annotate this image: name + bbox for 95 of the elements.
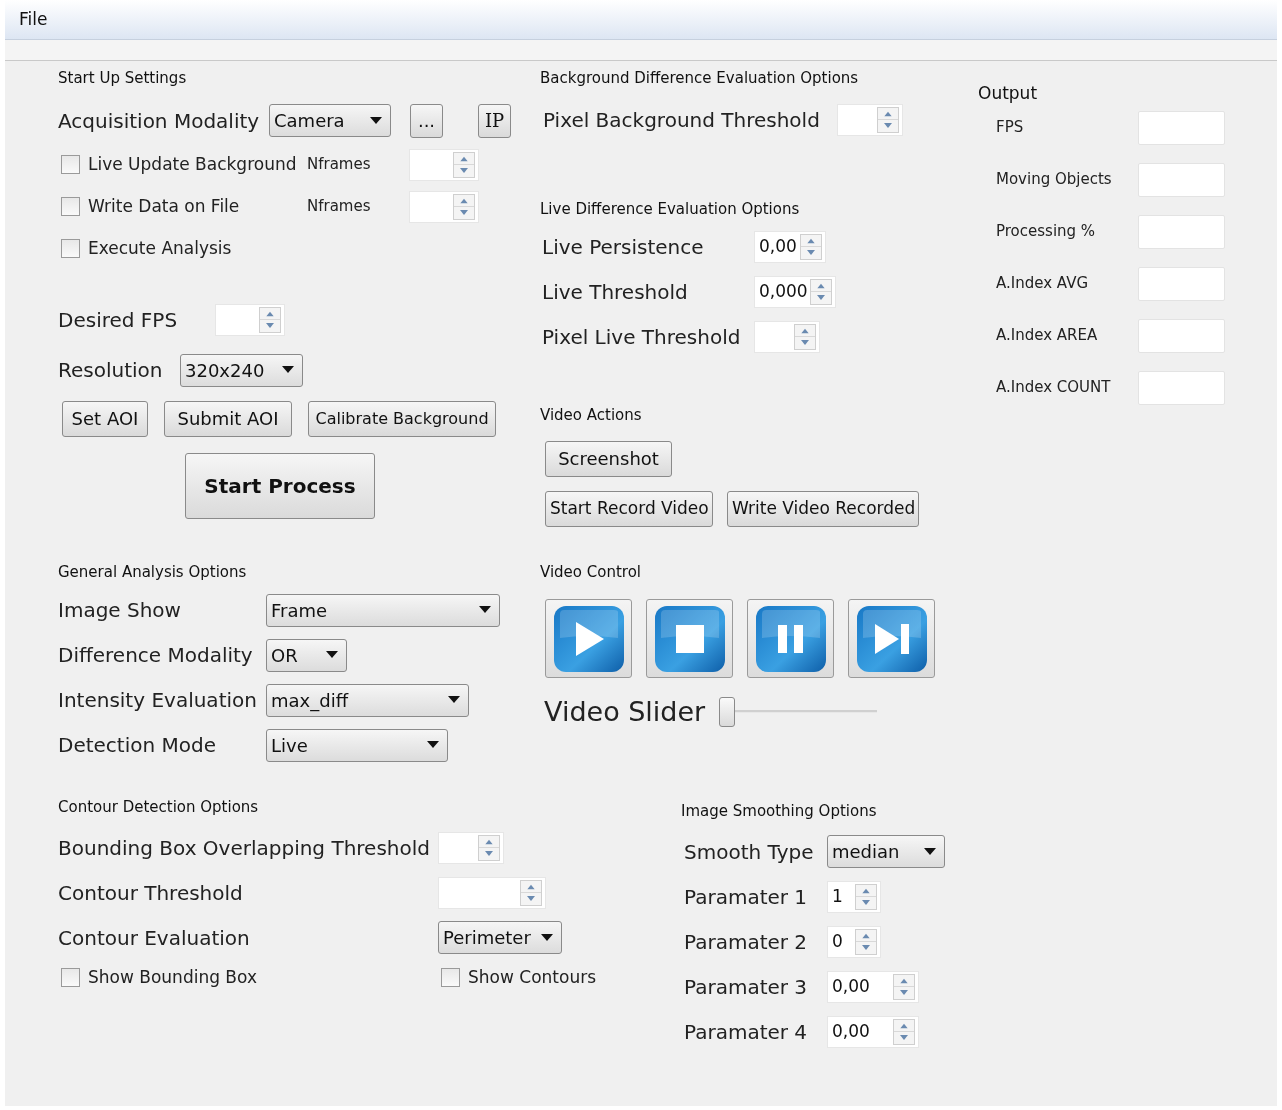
field-label: Bounding Box Overlapping Threshold xyxy=(58,834,431,862)
dropdown[interactable]: Perimeter xyxy=(438,921,562,954)
dropdown[interactable]: Camera xyxy=(269,104,391,137)
play-icon xyxy=(551,603,626,674)
field-label: Live Persistence xyxy=(542,234,705,261)
push-button[interactable]: Set AOI xyxy=(62,400,148,437)
pause-icon xyxy=(753,603,828,674)
field-label: A.Index COUNT xyxy=(996,377,1112,399)
section-title: Video Control xyxy=(540,561,642,583)
dropdown[interactable]: median xyxy=(827,835,945,868)
push-button[interactable]: Start Record Video xyxy=(545,490,713,527)
caret-icon xyxy=(326,651,338,659)
checkbox[interactable] xyxy=(61,155,80,174)
section-title: Video Actions xyxy=(540,405,643,426)
field-label: A.Index AVG xyxy=(996,273,1089,295)
spin-box[interactable]: 0,00 xyxy=(754,231,826,263)
dropdown[interactable]: Frame xyxy=(266,593,500,627)
slider-thumb[interactable] xyxy=(719,697,735,728)
slider-track[interactable] xyxy=(719,697,877,728)
caret-icon xyxy=(541,933,553,942)
output-field[interactable] xyxy=(1138,214,1225,249)
field-label: FPS xyxy=(996,117,1025,139)
output-field[interactable] xyxy=(1138,162,1225,197)
spin-box[interactable]: 0,00 xyxy=(827,1015,919,1048)
next-icon xyxy=(854,603,929,674)
section-title: Background Difference Evaluation Options xyxy=(540,68,860,89)
dropdown[interactable]: Live xyxy=(266,728,448,762)
spin-box[interactable]: 0,00 xyxy=(827,970,919,1003)
caret-icon xyxy=(479,606,491,614)
checkbox-label: Execute Analysis xyxy=(88,236,232,260)
section-title: General Analysis Options xyxy=(58,561,248,583)
dropdown[interactable]: 320x240 xyxy=(180,353,303,387)
field-label: Desired FPS xyxy=(58,306,179,334)
section-title: Live Difference Evaluation Options xyxy=(540,198,801,220)
field-label: Paramater 3 xyxy=(684,973,809,1001)
field-label: Intensity Evaluation xyxy=(58,687,258,714)
checkbox-label: Show Bounding Box xyxy=(88,965,257,989)
output-field[interactable] xyxy=(1138,318,1225,353)
checkbox[interactable] xyxy=(61,967,80,987)
output-field[interactable] xyxy=(1138,266,1225,301)
field-label: Moving Objects xyxy=(996,169,1113,191)
spin-box[interactable]: 1 xyxy=(827,880,881,913)
push-button[interactable]: Submit AOI xyxy=(164,400,292,437)
caret-icon xyxy=(924,847,936,856)
media-button[interactable] xyxy=(545,599,632,678)
push-button[interactable]: Write Video Recorded xyxy=(727,490,919,527)
field-label: Contour Evaluation xyxy=(58,924,251,952)
caret-icon xyxy=(370,116,382,125)
field-label: Difference Modality xyxy=(58,642,254,669)
spin-box[interactable]: 0,000 xyxy=(754,276,836,308)
caret-icon xyxy=(448,696,460,704)
field-label: Paramater 1 xyxy=(684,883,809,911)
field-label: Pixel Live Threshold xyxy=(542,324,742,351)
caret-icon xyxy=(282,366,294,374)
spin-box[interactable]: 0 xyxy=(827,925,881,958)
push-button[interactable]: Screenshot xyxy=(545,440,672,477)
field-label: Smooth Type xyxy=(684,838,815,866)
checkbox-label: Live Update Background xyxy=(88,152,297,176)
slider-label: Video Slider xyxy=(544,695,707,729)
checkbox[interactable] xyxy=(61,239,80,258)
push-button[interactable]: Start Process xyxy=(185,452,375,519)
field-label: Live Threshold xyxy=(542,279,689,306)
checkbox[interactable] xyxy=(441,967,460,987)
section-title: Image Smoothing Options xyxy=(681,801,878,822)
media-button[interactable] xyxy=(646,599,733,678)
field-label: A.Index AREA xyxy=(996,325,1099,347)
field-label: Pixel Background Threshold xyxy=(543,106,821,134)
section-title: Contour Detection Options xyxy=(58,797,260,818)
section-title: Output xyxy=(978,82,1039,105)
caret-icon xyxy=(427,741,439,749)
checkbox-label: Write Data on File xyxy=(88,194,240,218)
field-label: Contour Threshold xyxy=(58,879,244,907)
field-label: Processing % xyxy=(996,221,1097,243)
media-button[interactable] xyxy=(848,599,935,678)
checkbox[interactable] xyxy=(61,197,80,216)
field-label: Acquisition Modality xyxy=(58,107,261,135)
push-button[interactable]: ... xyxy=(410,103,443,138)
output-field[interactable] xyxy=(1138,110,1225,145)
field-label: Paramater 2 xyxy=(684,928,809,956)
section-title: Start Up Settings xyxy=(58,68,188,89)
field-label: Resolution xyxy=(58,357,164,384)
field-label: Detection Mode xyxy=(58,732,217,759)
push-button[interactable]: IP xyxy=(478,103,511,138)
stop-icon xyxy=(652,603,727,674)
push-button[interactable]: Calibrate Background xyxy=(308,400,496,437)
field-label: Nframes xyxy=(307,196,372,218)
field-label: Paramater 4 xyxy=(684,1018,809,1046)
output-field[interactable] xyxy=(1138,370,1225,405)
dropdown[interactable]: OR xyxy=(266,638,347,672)
field-label: Nframes xyxy=(307,154,372,176)
field-label: Image Show xyxy=(58,597,182,624)
media-button[interactable] xyxy=(747,599,834,678)
menu-item[interactable]: File xyxy=(19,6,48,33)
dropdown[interactable]: max_diff xyxy=(266,683,469,717)
checkbox-label: Show Contours xyxy=(468,965,596,989)
